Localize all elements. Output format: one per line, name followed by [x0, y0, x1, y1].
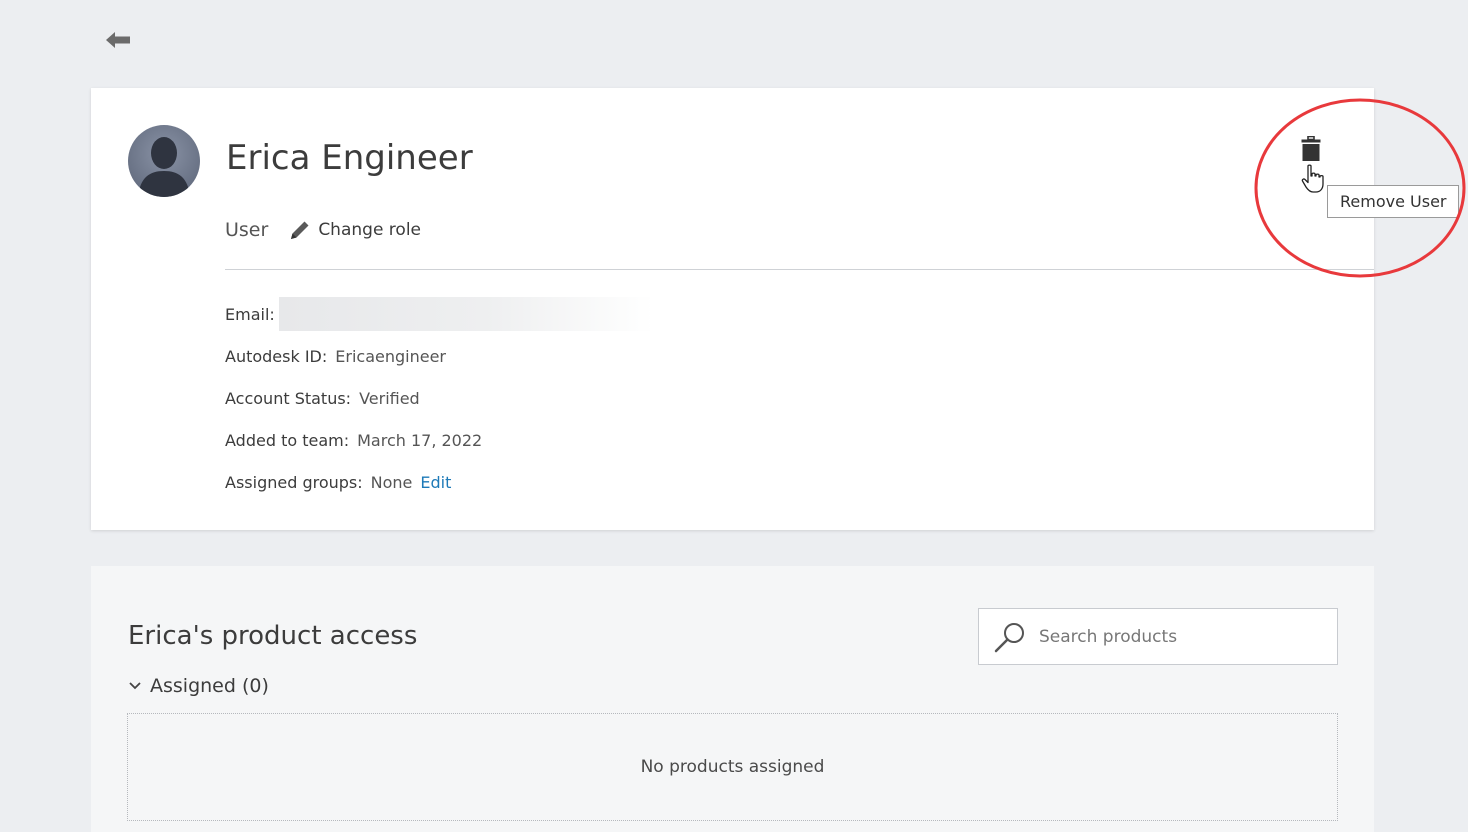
groups-value: None: [370, 472, 413, 492]
annotation-circle: [1254, 98, 1466, 278]
added-label: Added to team:: [225, 430, 350, 450]
added-value: March 17, 2022: [357, 430, 483, 450]
user-details: Email: Autodesk ID: Ericaengineer Accoun…: [225, 297, 654, 512]
autodesk-id-value: Ericaengineer: [335, 346, 446, 366]
search-products-input[interactable]: [1039, 626, 1309, 647]
role-row: User Change role: [225, 216, 421, 244]
change-role-label: Change role: [318, 220, 422, 240]
magnifier-icon: [993, 620, 1027, 654]
user-name: Erica Engineer: [226, 138, 473, 178]
detail-email: Email:: [225, 297, 654, 331]
search-products-box[interactable]: [978, 608, 1338, 665]
pencil-icon: [288, 218, 312, 242]
divider: [225, 269, 1374, 270]
avatar: [128, 125, 200, 197]
autodesk-id-label: Autodesk ID:: [225, 346, 328, 366]
edit-groups-link[interactable]: Edit: [420, 473, 451, 492]
detail-assigned-groups: Assigned groups: None Edit: [225, 470, 654, 494]
back-button[interactable]: [104, 30, 132, 54]
detail-autodesk-id: Autodesk ID: Ericaengineer: [225, 344, 654, 368]
user-detail-page: Erica Engineer User Change role Email: A…: [0, 0, 1468, 832]
product-access-section: Erica's product access Assigned (0) No p…: [91, 566, 1374, 832]
email-label: Email:: [225, 304, 275, 324]
groups-label: Assigned groups:: [225, 472, 363, 492]
assigned-toggle[interactable]: Assigned (0): [128, 673, 269, 699]
product-access-title: Erica's product access: [128, 621, 418, 651]
assigned-label: Assigned (0): [150, 675, 269, 697]
arrow-left-icon: [105, 31, 131, 53]
detail-added-to-team: Added to team: March 17, 2022: [225, 428, 654, 452]
detail-account-status: Account Status: Verified: [225, 386, 654, 410]
empty-message: No products assigned: [640, 757, 825, 777]
empty-products-box: No products assigned: [127, 713, 1338, 821]
chevron-down-icon: [128, 681, 142, 691]
user-profile-card: Erica Engineer User Change role Email: A…: [91, 88, 1460, 530]
change-role-button[interactable]: Change role: [288, 218, 421, 242]
email-value-redacted: [278, 297, 654, 331]
account-status-label: Account Status:: [225, 388, 352, 408]
role-text: User: [225, 219, 269, 241]
account-status-value: Verified: [359, 388, 420, 408]
